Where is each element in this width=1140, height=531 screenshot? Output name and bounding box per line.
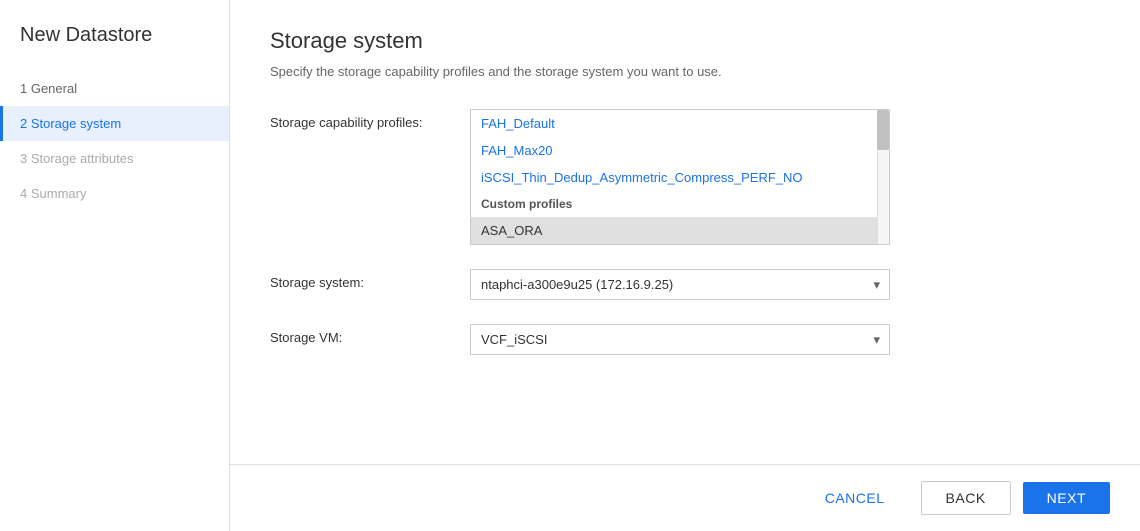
storage-vm-row: Storage VM: VCF_iSCSI bbox=[270, 324, 1100, 355]
capability-profiles-control: FAH_Default FAH_Max20 iSCSI_Thin_Dedup_A… bbox=[470, 109, 890, 245]
cancel-button[interactable]: CANCEL bbox=[801, 482, 909, 514]
back-button[interactable]: BACK bbox=[921, 481, 1011, 515]
profiles-listbox[interactable]: FAH_Default FAH_Max20 iSCSI_Thin_Dedup_A… bbox=[470, 109, 890, 245]
scrollbar-thumb[interactable] bbox=[877, 110, 889, 150]
storage-system-row: Storage system: ntaphci-a300e9u25 (172.1… bbox=[270, 269, 1100, 300]
sidebar-item-storage-system[interactable]: 2 Storage system bbox=[0, 106, 229, 141]
capability-profiles-row: Storage capability profiles: FAH_Default… bbox=[270, 109, 1100, 245]
custom-profiles-header: Custom profiles bbox=[471, 191, 877, 217]
sidebar-item-summary: 4 Summary bbox=[0, 176, 229, 211]
profile-iscsi-thin[interactable]: iSCSI_Thin_Dedup_Asymmetric_Compress_PER… bbox=[471, 164, 877, 191]
storage-vm-dropdown-wrapper: VCF_iSCSI bbox=[470, 324, 890, 355]
sidebar-item-storage-attributes: 3 Storage attributes bbox=[0, 141, 229, 176]
storage-system-control: ntaphci-a300e9u25 (172.16.9.25) bbox=[470, 269, 890, 300]
sidebar-item-storage-attributes-label: 3 Storage attributes bbox=[20, 151, 133, 166]
profile-fah-default[interactable]: FAH_Default bbox=[471, 110, 877, 137]
storage-vm-control: VCF_iSCSI bbox=[470, 324, 890, 355]
next-button[interactable]: NEXT bbox=[1023, 482, 1110, 514]
sidebar-title: New Datastore bbox=[0, 24, 229, 71]
main-panel: Storage system Specify the storage capab… bbox=[230, 0, 1140, 531]
sidebar-item-general[interactable]: 1 General bbox=[0, 71, 229, 106]
storage-system-label: Storage system: bbox=[270, 269, 470, 290]
sidebar: New Datastore 1 General 2 Storage system… bbox=[0, 0, 230, 531]
page-title: Storage system bbox=[270, 28, 1100, 54]
profile-asa-ora[interactable]: ASA_ORA bbox=[471, 217, 877, 244]
capability-profiles-label: Storage capability profiles: bbox=[270, 109, 470, 130]
storage-system-select[interactable]: ntaphci-a300e9u25 (172.16.9.25) bbox=[470, 269, 890, 300]
content-area: Storage system Specify the storage capab… bbox=[230, 0, 1140, 464]
footer: CANCEL BACK NEXT bbox=[230, 464, 1140, 531]
storage-vm-select[interactable]: VCF_iSCSI bbox=[470, 324, 890, 355]
storage-system-dropdown-wrapper: ntaphci-a300e9u25 (172.16.9.25) bbox=[470, 269, 890, 300]
storage-vm-label: Storage VM: bbox=[270, 324, 470, 345]
page-subtitle: Specify the storage capability profiles … bbox=[270, 64, 1100, 79]
profile-fah-max20[interactable]: FAH_Max20 bbox=[471, 137, 877, 164]
sidebar-item-general-label: 1 General bbox=[20, 81, 77, 96]
scrollbar-track[interactable] bbox=[877, 110, 889, 244]
sidebar-item-storage-system-label: 2 Storage system bbox=[20, 116, 121, 131]
sidebar-item-summary-label: 4 Summary bbox=[20, 186, 86, 201]
